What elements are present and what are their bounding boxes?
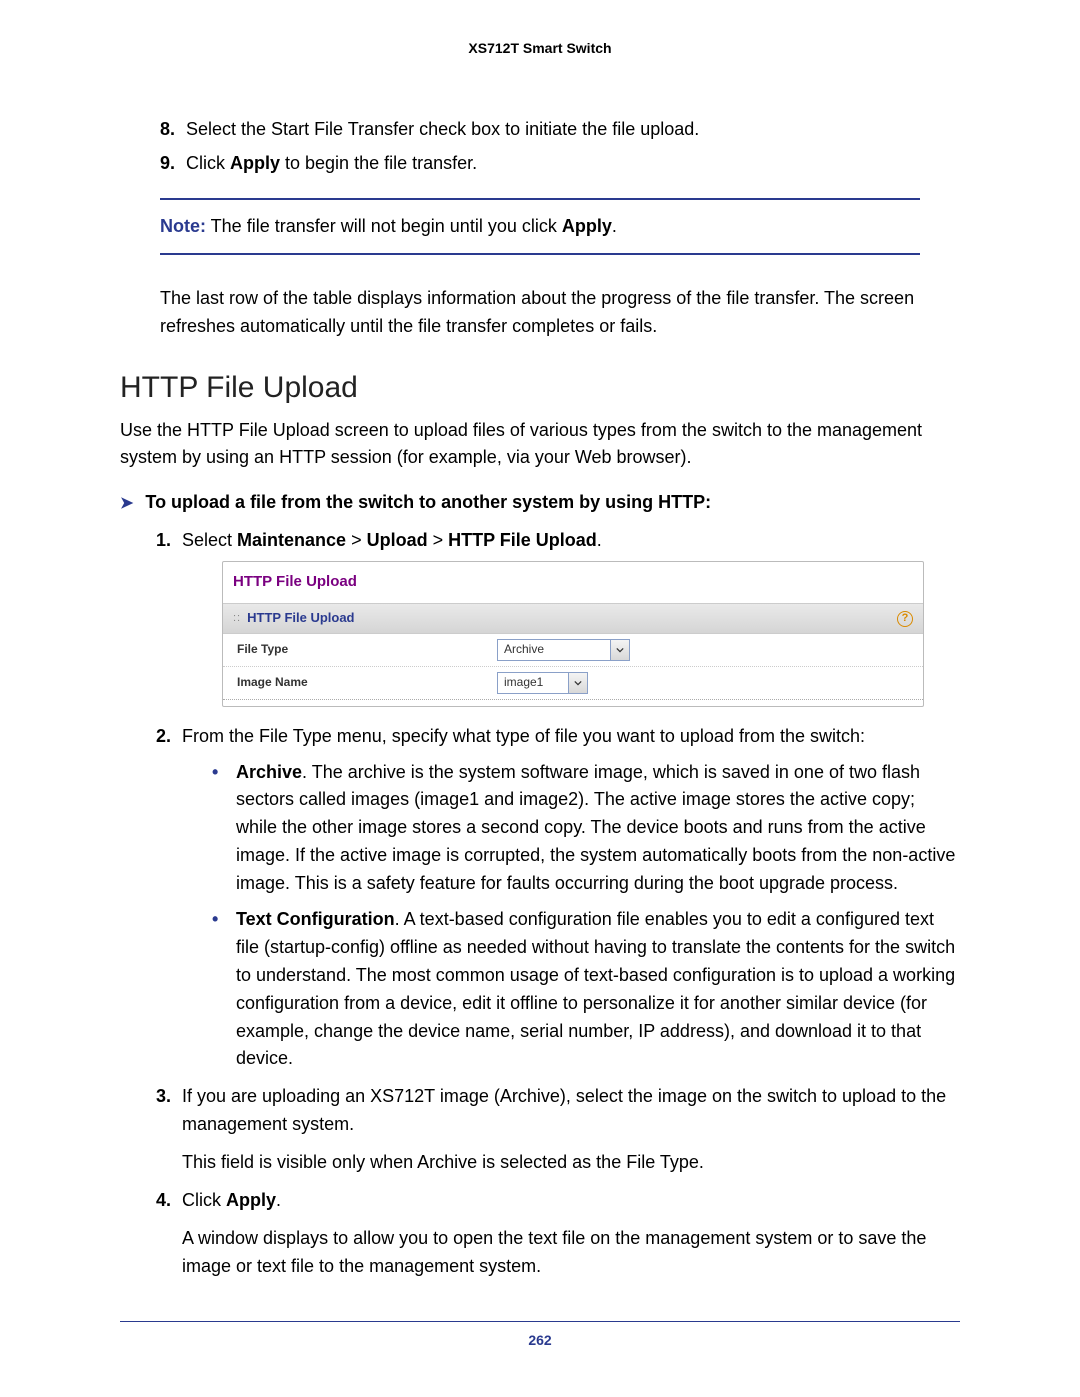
s3-text: If you are uploading an XS712T image (Ar… <box>182 1086 946 1134</box>
step-9-text-c: to begin the file transfer. <box>280 153 477 173</box>
ss-bar-left: :: HTTP File Upload <box>233 608 355 628</box>
s4-a: Click <box>182 1190 226 1210</box>
note-box: Note: The file transfer will not begin u… <box>160 198 920 255</box>
ss-row-filetype: File Type Archive <box>223 634 923 666</box>
section-intro: Use the HTTP File Upload screen to uploa… <box>120 417 960 473</box>
proc-step-1: Select Maintenance > Upload > HTTP File … <box>176 527 960 706</box>
filetype-select[interactable]: Archive <box>497 639 630 661</box>
filetype-label: File Type <box>237 640 497 659</box>
step-8-text: Select the Start File Transfer check box… <box>186 119 699 139</box>
triangle-icon: ➤ <box>120 493 133 513</box>
proc-step-3: If you are uploading an XS712T image (Ar… <box>176 1083 960 1177</box>
b1-text: . The archive is the system software ima… <box>236 762 955 894</box>
page-number: 262 <box>120 1332 960 1348</box>
ss-title: HTTP File Upload <box>223 562 923 603</box>
procedure-heading-text: To upload a file from the switch to anot… <box>145 492 711 513</box>
page: XS712T Smart Switch Select the Start Fil… <box>0 0 1080 1397</box>
chevron-down-icon <box>610 640 629 660</box>
grip-icon: :: <box>233 610 241 627</box>
s1-g: . <box>597 530 602 550</box>
ss-body: File Type Archive Image Name image1 <box>223 634 923 700</box>
bullet-archive: Archive. The archive is the system softw… <box>212 759 960 898</box>
ss-row-imagename: Image Name image1 <box>223 666 923 699</box>
filetype-value: Archive <box>498 640 610 660</box>
note-text-a: The file transfer will not begin until y… <box>206 216 562 236</box>
s4-c: . <box>276 1190 281 1210</box>
b2-label: Text Configuration <box>236 909 395 929</box>
step-9-apply: Apply <box>230 153 280 173</box>
imagename-value: image1 <box>498 673 568 693</box>
procedure-heading: ➤ To upload a file from the switch to an… <box>120 492 960 513</box>
section-heading: HTTP File Upload <box>120 371 960 405</box>
s1-c: > <box>346 530 367 550</box>
ss-bar-title: HTTP File Upload <box>247 608 354 628</box>
procedure-steps: Select Maintenance > Upload > HTTP File … <box>120 527 960 1280</box>
s3-sub: This field is visible only when Archive … <box>182 1149 960 1177</box>
after-note-para: The last row of the table displays infor… <box>160 285 920 341</box>
ss-bar: :: HTTP File Upload ? <box>223 603 923 633</box>
note-label: Note: <box>160 216 206 236</box>
proc-step-2: From the File Type menu, specify what ty… <box>176 723 960 1074</box>
step-9: Click Apply to begin the file transfer. <box>180 150 960 178</box>
imagename-select[interactable]: image1 <box>497 672 588 694</box>
continued-steps: Select the Start File Transfer check box… <box>120 116 960 178</box>
help-icon[interactable]: ? <box>897 611 913 627</box>
b2-text: . A text-based configuration file enable… <box>236 909 955 1068</box>
ui-screenshot: HTTP File Upload :: HTTP File Upload ? F… <box>222 561 924 706</box>
footer-rule <box>120 1321 960 1322</box>
chevron-down-icon <box>568 673 587 693</box>
step-9-text-a: Click <box>186 153 230 173</box>
s1-e: > <box>428 530 449 550</box>
s1-b: Maintenance <box>237 530 346 550</box>
note-text-c: . <box>612 216 617 236</box>
filetype-bullets: Archive. The archive is the system softw… <box>212 759 960 1074</box>
note-apply: Apply <box>562 216 612 236</box>
s4-apply: Apply <box>226 1190 276 1210</box>
s1-f: HTTP File Upload <box>448 530 597 550</box>
s2-text: From the File Type menu, specify what ty… <box>182 726 865 746</box>
running-header: XS712T Smart Switch <box>120 40 960 56</box>
step-8: Select the Start File Transfer check box… <box>180 116 960 144</box>
s4-sub: A window displays to allow you to open t… <box>182 1225 960 1281</box>
imagename-label: Image Name <box>237 673 497 692</box>
b1-label: Archive <box>236 762 302 782</box>
s1-a: Select <box>182 530 237 550</box>
bullet-textconfig: Text Configuration. A text-based configu… <box>212 906 960 1073</box>
proc-step-4: Click Apply. A window displays to allow … <box>176 1187 960 1281</box>
s1-d: Upload <box>367 530 428 550</box>
